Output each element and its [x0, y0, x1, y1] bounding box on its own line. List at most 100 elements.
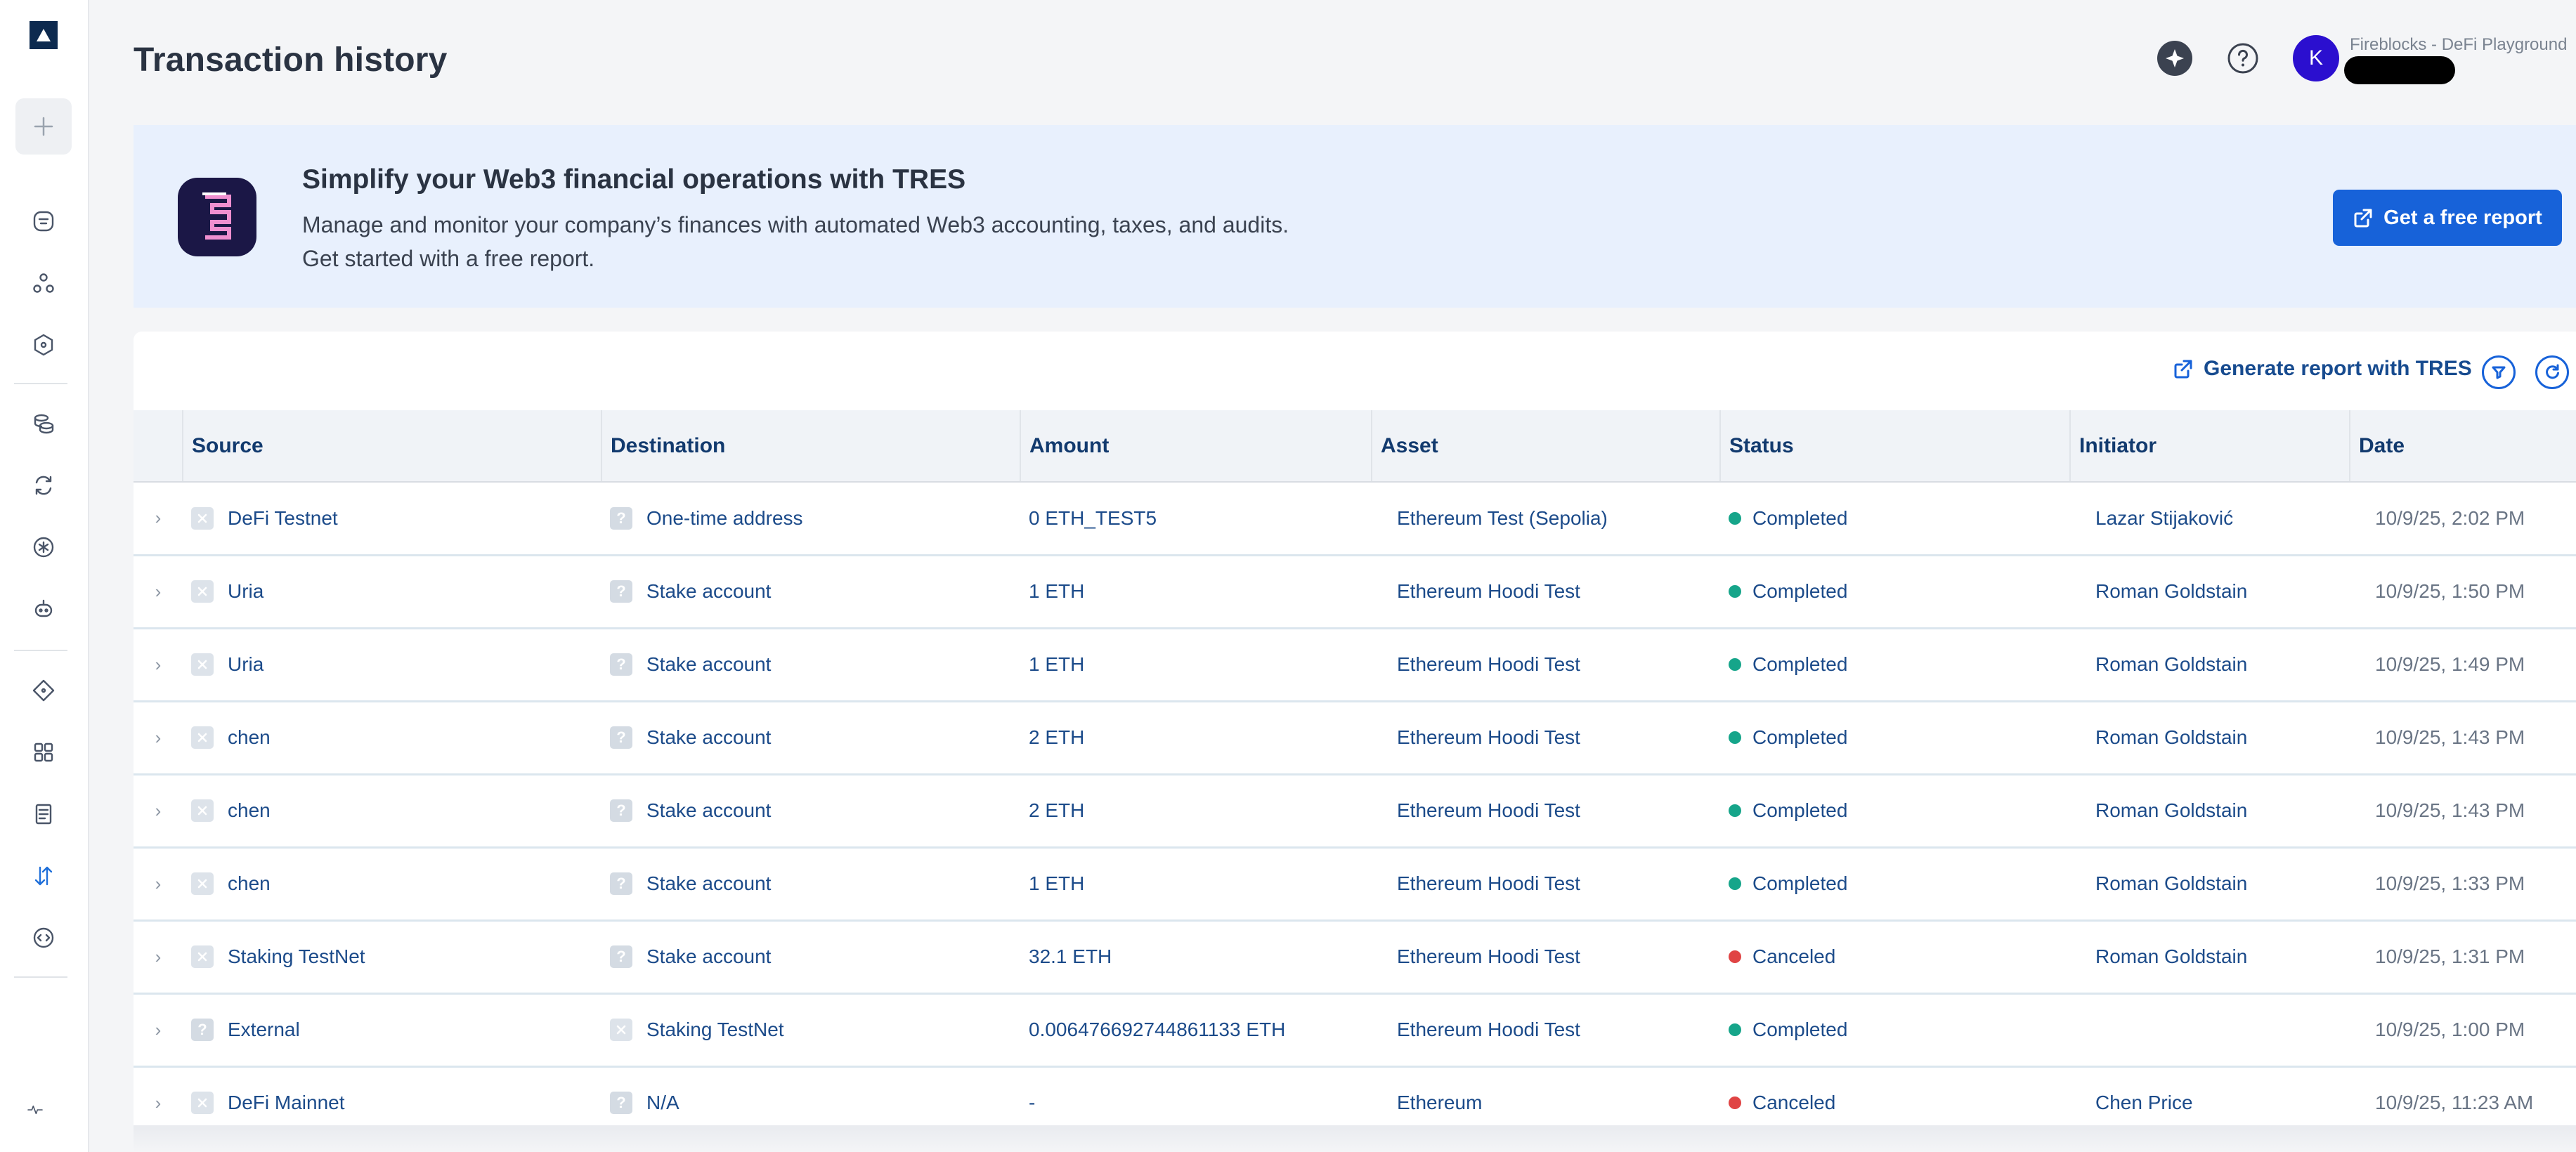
table-row[interactable]: › DeFi Testnet? One-time address 0 ETH_TEST… [134, 482, 2576, 555]
destination-name[interactable]: Stake account [646, 799, 771, 822]
destination-name[interactable]: Stake account [646, 653, 771, 676]
table-row[interactable]: ›? External Staking TestNet 0.0064766927448… [134, 993, 2576, 1066]
expand-row-chevron-icon[interactable]: › [134, 482, 183, 555]
sidebar [0, 0, 89, 1152]
destination-name[interactable]: One-time address [646, 507, 803, 530]
nav-transactions-icon[interactable] [26, 858, 61, 894]
table-header-row: Source Destination Amount Asset Status I… [134, 410, 2576, 483]
unknown-icon: ? [610, 726, 632, 749]
banner-description: Manage and monitor your company’s financ… [302, 208, 1289, 275]
column-header-amount[interactable]: Amount [1020, 410, 1372, 483]
source-name[interactable]: chen [228, 726, 271, 749]
status-label: Completed [1752, 506, 1848, 529]
refresh-button[interactable] [2535, 355, 2569, 389]
column-header-destination[interactable]: Destination [601, 410, 1021, 483]
column-header-asset[interactable]: Asset [1372, 410, 1721, 483]
expand-row-chevron-icon[interactable]: › [134, 993, 183, 1066]
table-row[interactable]: › chen? Stake account 2 ETH Ethereum Hoodi T… [134, 701, 2576, 774]
destination-name[interactable]: Stake account [646, 726, 771, 749]
filter-button[interactable] [2482, 355, 2516, 389]
amount: 1 ETH [1029, 872, 1085, 894]
column-header-source[interactable]: Source [183, 410, 602, 483]
destination-name[interactable]: Staking TestNet [646, 1019, 784, 1041]
avatar[interactable]: K [2293, 35, 2339, 81]
column-header-date[interactable]: Date [2350, 410, 2576, 483]
nav-coins-icon[interactable] [26, 406, 61, 441]
source-name[interactable]: DeFi Testnet [228, 507, 338, 530]
destination-name[interactable]: Stake account [646, 872, 771, 895]
date: 10/9/25, 1:43 PM [2375, 726, 2525, 748]
initiator: Roman Goldstain [2095, 653, 2248, 675]
help-icon[interactable] [2225, 41, 2260, 76]
status-dot-icon [1729, 877, 1741, 890]
banner-title: Simplify your Web3 financial operations … [302, 164, 966, 195]
amount: 1 ETH [1029, 653, 1085, 675]
nav-network-icon[interactable] [26, 266, 61, 301]
nav-vault-icon[interactable] [26, 327, 61, 362]
source-name[interactable]: External [228, 1019, 300, 1041]
table-row[interactable]: › DeFi Mainnet? N/A - Ethereum Canceled Chen P… [134, 1066, 2576, 1125]
initiator: Roman Goldstain [2095, 799, 2248, 821]
table-row[interactable]: › Uria? Stake account 1 ETH Ethereum Hoodi T… [134, 628, 2576, 701]
workspace-name[interactable]: Fireblocks - DeFi Playground [2350, 35, 2567, 55]
fireblocks-logo[interactable] [30, 21, 58, 49]
nav-apps-icon[interactable] [26, 735, 61, 770]
source-name[interactable]: DeFi Mainnet [228, 1092, 345, 1114]
column-header-initiator[interactable]: Initiator [2070, 410, 2350, 483]
nav-console-icon[interactable] [26, 204, 61, 239]
expand-row-chevron-icon[interactable]: › [134, 774, 183, 847]
redacted-user-name [2344, 56, 2455, 84]
ai-assistant-icon[interactable] [2157, 41, 2192, 76]
initiator: Chen Price [2095, 1092, 2193, 1113]
nav-swap-icon[interactable] [26, 468, 61, 503]
nav-developer-icon[interactable] [26, 920, 61, 955]
expand-row-chevron-icon[interactable]: › [134, 628, 183, 701]
table-row[interactable]: › chen? Stake account 1 ETH Ethereum Hoodi T… [134, 847, 2576, 920]
column-header-status[interactable]: Status [1720, 410, 2071, 483]
date: 10/9/25, 1:43 PM [2375, 799, 2525, 821]
asset: Ethereum Test (Sepolia) [1397, 506, 1608, 529]
status-dot-icon [1729, 658, 1741, 671]
destination-name[interactable]: Stake account [646, 945, 771, 968]
table-row[interactable]: › chen? Stake account 2 ETH Ethereum Hoodi T… [134, 774, 2576, 847]
date: 10/9/25, 1:33 PM [2375, 872, 2525, 894]
source-name[interactable]: Uria [228, 580, 264, 603]
nav-connections-icon[interactable] [26, 673, 61, 708]
nav-reports-icon[interactable] [26, 797, 61, 832]
source-name[interactable]: chen [228, 872, 271, 895]
get-free-report-button[interactable]: Get a free report [2333, 190, 2562, 246]
asset: Ethereum Hoodi Test [1397, 799, 1580, 821]
destination-name[interactable]: N/A [646, 1092, 679, 1114]
table-row[interactable]: › Uria? Stake account 1 ETH Ethereum Hoodi T… [134, 555, 2576, 628]
generate-report-link[interactable]: Generate report with TRES [2173, 357, 2472, 381]
expand-row-chevron-icon[interactable]: › [134, 701, 183, 774]
unknown-icon: ? [610, 653, 632, 676]
table-row[interactable]: › Staking TestNet? Stake account 32.1 ETH Et… [134, 920, 2576, 993]
source-name[interactable]: Uria [228, 653, 264, 676]
nav-activity-icon[interactable] [18, 1092, 53, 1127]
nav-bot-icon[interactable] [26, 591, 61, 627]
source-name[interactable]: Staking TestNet [228, 945, 365, 968]
vault-icon [191, 653, 214, 676]
unknown-icon: ? [610, 945, 632, 968]
status-label: Completed [1752, 872, 1848, 894]
asset: Ethereum Hoodi Test [1397, 1019, 1580, 1040]
status-label: Completed [1752, 799, 1848, 821]
source-name[interactable]: chen [228, 799, 271, 822]
amount: 1 ETH [1029, 580, 1085, 602]
status-label: Canceled [1752, 945, 1836, 967]
add-button[interactable] [15, 98, 72, 155]
amount: 2 ETH [1029, 726, 1085, 748]
expand-row-chevron-icon[interactable]: › [134, 1066, 183, 1125]
nav-staking-icon[interactable] [26, 530, 61, 565]
expand-row-chevron-icon[interactable]: › [134, 847, 183, 920]
vault-icon [191, 726, 214, 749]
expand-row-chevron-icon[interactable]: › [134, 920, 183, 993]
amount: 2 ETH [1029, 799, 1085, 821]
asset: Ethereum Hoodi Test [1397, 580, 1580, 602]
status-label: Completed [1752, 1019, 1848, 1040]
destination-name[interactable]: Stake account [646, 580, 771, 603]
initiator: Roman Goldstain [2095, 872, 2248, 894]
expand-row-chevron-icon[interactable]: › [134, 555, 183, 628]
vault-icon [191, 506, 214, 530]
